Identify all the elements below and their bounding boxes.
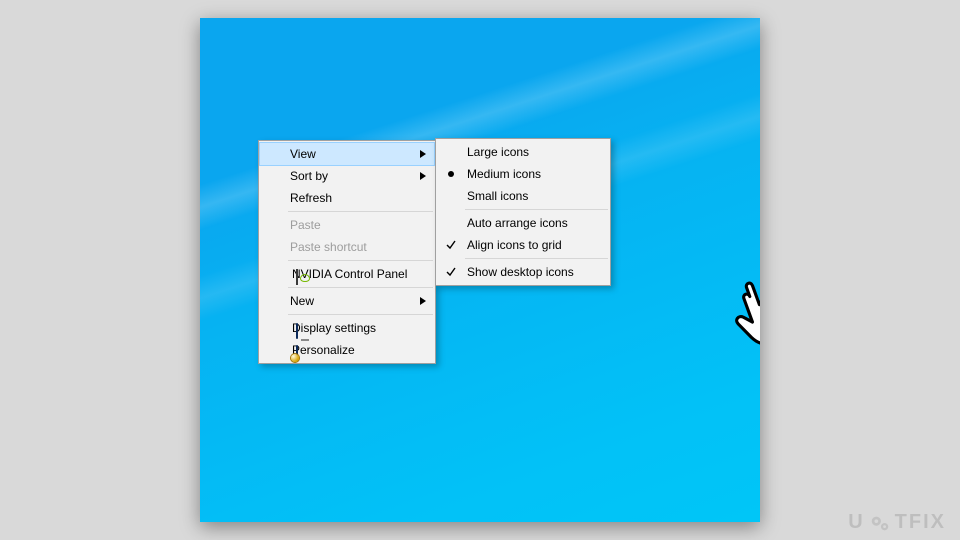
watermark-text-suffix: TFIX bbox=[895, 511, 946, 534]
menu-item-label: Small icons bbox=[467, 189, 528, 203]
submenu-item-show-desktop-icons[interactable]: Show desktop icons bbox=[437, 261, 609, 283]
menu-item-label: Show desktop icons bbox=[467, 265, 574, 279]
submenu-item-large-icons[interactable]: Large icons bbox=[437, 141, 609, 163]
watermark-text-prefix: U bbox=[848, 511, 864, 534]
submenu-arrow-icon bbox=[418, 165, 428, 187]
menu-separator bbox=[288, 287, 433, 288]
submenu-item-small-icons[interactable]: Small icons bbox=[437, 185, 609, 207]
view-submenu[interactable]: Large icons Medium icons Small icons Aut… bbox=[435, 138, 611, 286]
gears-icon bbox=[869, 512, 891, 534]
menu-item-personalize[interactable]: Personalize bbox=[260, 339, 434, 361]
menu-separator bbox=[465, 258, 608, 259]
radio-mark bbox=[437, 141, 465, 163]
display-settings-icon bbox=[296, 323, 298, 339]
menu-item-label: Refresh bbox=[290, 191, 332, 205]
submenu-item-align-to-grid[interactable]: Align icons to grid bbox=[437, 234, 609, 256]
submenu-arrow-icon bbox=[418, 290, 428, 312]
menu-item-display-settings[interactable]: Display settings bbox=[260, 317, 434, 339]
menu-separator bbox=[288, 211, 433, 212]
submenu-arrow-icon bbox=[418, 143, 428, 165]
menu-separator bbox=[465, 209, 608, 210]
check-mark-checked bbox=[437, 234, 465, 256]
menu-item-paste-shortcut: Paste shortcut bbox=[260, 236, 434, 258]
submenu-item-medium-icons[interactable]: Medium icons bbox=[437, 163, 609, 185]
menu-item-label: View bbox=[290, 147, 316, 161]
radio-mark-selected bbox=[437, 163, 465, 185]
check-mark bbox=[437, 212, 465, 234]
submenu-item-auto-arrange[interactable]: Auto arrange icons bbox=[437, 212, 609, 234]
menu-item-label: Sort by bbox=[290, 169, 328, 183]
desktop-context-menu[interactable]: View Sort by Refresh Paste Paste shortcu… bbox=[258, 140, 436, 364]
menu-item-label: Auto arrange icons bbox=[467, 216, 568, 230]
pointing-hand-cursor-icon bbox=[722, 270, 760, 348]
menu-separator bbox=[288, 314, 433, 315]
menu-item-label: Paste shortcut bbox=[290, 240, 367, 254]
menu-separator bbox=[288, 260, 433, 261]
menu-item-nvidia-control-panel[interactable]: NVIDIA Control Panel bbox=[260, 263, 434, 285]
menu-item-view[interactable]: View bbox=[260, 143, 434, 165]
menu-item-label: Personalize bbox=[292, 343, 355, 357]
menu-item-label: New bbox=[290, 294, 314, 308]
nvidia-icon bbox=[296, 269, 298, 285]
watermark: U TFIX bbox=[848, 511, 946, 534]
menu-item-label: Large icons bbox=[467, 145, 529, 159]
personalize-icon bbox=[296, 345, 298, 361]
menu-item-sort-by[interactable]: Sort by bbox=[260, 165, 434, 187]
menu-item-label: Align icons to grid bbox=[467, 238, 562, 252]
menu-item-label: Medium icons bbox=[467, 167, 541, 181]
check-mark-checked bbox=[437, 261, 465, 283]
menu-item-new[interactable]: New bbox=[260, 290, 434, 312]
menu-item-paste: Paste bbox=[260, 214, 434, 236]
radio-mark bbox=[437, 185, 465, 207]
desktop-screenshot: View Sort by Refresh Paste Paste shortcu… bbox=[200, 18, 760, 522]
menu-item-label: Display settings bbox=[292, 321, 376, 335]
menu-item-refresh[interactable]: Refresh bbox=[260, 187, 434, 209]
menu-item-label: Paste bbox=[290, 218, 321, 232]
